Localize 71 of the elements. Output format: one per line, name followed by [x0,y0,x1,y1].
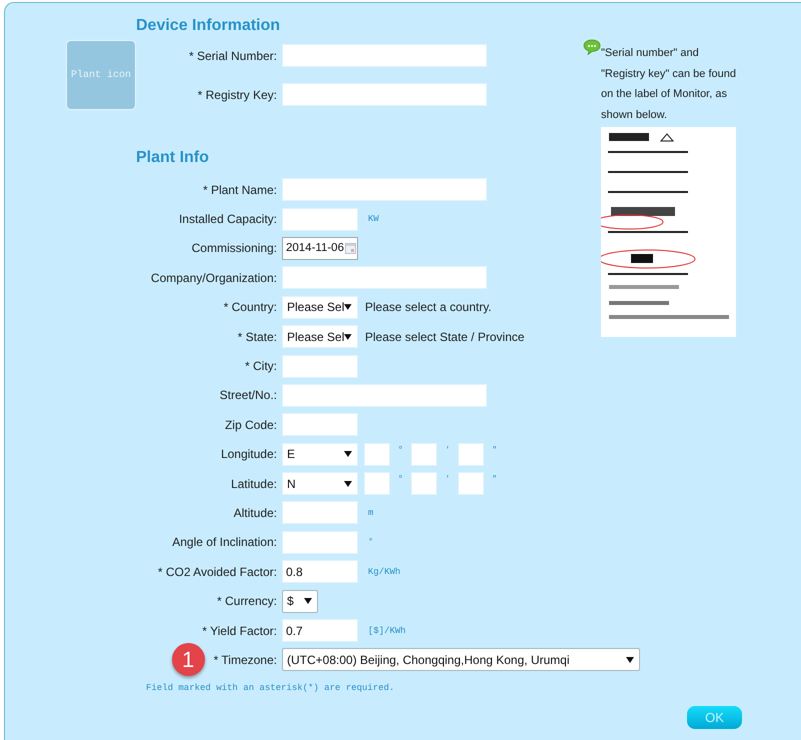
dropdown[interactable]: E [282,442,358,466]
input-field[interactable] [282,178,487,202]
input-field[interactable] [282,413,358,436]
field-label: * Registry Key: [198,88,277,102]
caret-icon [344,334,352,340]
dropdown[interactable]: N [282,472,358,496]
field-label: Installed Capacity: [178,212,277,226]
input-field[interactable] [282,530,358,554]
field-label: * Serial Number: [188,48,277,62]
input-field[interactable] [411,442,437,466]
hint-text: Please select State / Province [365,330,524,344]
section-heading: Plant Info [136,148,210,168]
unit-label: ° [368,537,374,548]
input-field[interactable]: 0.7 [282,619,358,642]
calendar-icon [344,242,356,254]
input-field[interactable] [458,472,484,496]
field-label: Company/Organization: [150,270,277,285]
input-field[interactable] [282,208,358,231]
input-field[interactable] [411,472,437,496]
image-alt-text: Plant icon [70,70,131,80]
input-field[interactable] [458,442,484,466]
field-label: Longitude: [220,447,277,462]
input-field[interactable]: 0.8 [282,560,358,584]
unit-label: ″ [492,444,498,456]
unit-label: m [368,508,374,518]
field-label: Altitude: [234,506,277,520]
input-field[interactable] [282,266,487,290]
field-label: * Plant Name: [202,182,277,197]
section-heading: Device Information [136,16,282,36]
unit-label: ″ [492,474,498,485]
dropdown[interactable]: (UTC+08:00) Beijing, Chongqing,Hong Kong, Urumqi [282,648,640,672]
dropdown[interactable]: Please Sel [282,296,358,319]
field-label: * Yield Factor: [202,624,277,638]
field-label: * CO2 Avoided Factor: [158,564,277,579]
field-label: * Currency: [216,594,277,608]
footnote: Field marked with an asterisk(*) are required. [146,682,396,693]
chat-bubble-icon [583,39,601,55]
caret-icon [344,304,352,310]
step-badge: 1 [172,643,205,676]
unit-label: ° [398,474,404,485]
input-field[interactable] [364,472,390,496]
field-label: * Country: [224,300,277,314]
unit-label: ′ [446,474,450,485]
field-label: * State: [238,330,277,344]
field-label: Zip Code: [224,418,277,432]
field-label: * City: [244,359,277,374]
dropdown[interactable]: $ [282,590,318,613]
unit-label: Kg/KWh [368,566,400,577]
input-field[interactable] [282,501,358,524]
unit-label: ° [398,444,404,456]
field-label: Latitude: [230,476,277,491]
caret-icon [304,598,312,604]
unit-label: ′ [446,444,450,456]
unit-label: KW [368,214,379,224]
caret-icon [344,480,352,487]
field-label: * Timezone: [214,652,277,667]
field-label: Street/No.: [220,388,277,402]
field-label: Angle of Inclination: [172,535,277,550]
note-text: "Serial number" and "Registry key" can be found on the label of Monitor, as shown below. [601,46,737,124]
unit-label: [$]/KWh [368,626,406,636]
dropdown[interactable]: Please Sel [282,325,358,348]
input-field[interactable] [364,442,390,466]
caret-icon [344,451,352,458]
input-field[interactable] [282,44,487,67]
input-field[interactable] [282,354,358,378]
field-label: Commissioning: [192,241,277,256]
caret-icon [626,656,634,663]
input-field[interactable] [282,384,487,407]
input-field[interactable] [282,83,487,106]
date-field[interactable]: 2014-11-06 [282,236,358,260]
hint-text: Please select a country. [365,300,492,314]
